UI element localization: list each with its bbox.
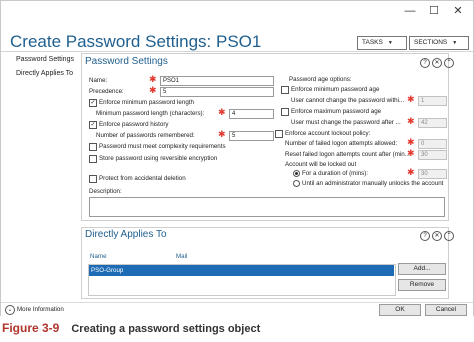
- lockout-checkbox[interactable]: [275, 130, 283, 138]
- section-title: Password Settings: [85, 56, 168, 67]
- duration-radio[interactable]: [293, 170, 300, 177]
- failed-attempts-label: Number of failed logon attempts allowed:: [285, 140, 398, 147]
- expand-icon[interactable]: ⌄: [5, 305, 15, 315]
- tasks-dropdown[interactable]: TASKS ▼: [357, 36, 407, 50]
- required-icon: ✱: [218, 129, 226, 139]
- remove-button[interactable]: Remove: [398, 279, 446, 291]
- nav-item-password-settings[interactable]: Password Settings: [16, 56, 74, 63]
- min-length-field[interactable]: 4: [229, 109, 274, 119]
- close-icon[interactable]: ✕: [451, 5, 465, 17]
- close-section-icon[interactable]: ✕: [432, 58, 442, 68]
- column-header-mail[interactable]: Mail: [176, 253, 187, 260]
- precedence-field[interactable]: 5: [160, 87, 274, 97]
- password-settings-section: Password Settings ? ✕ ⌃ Name: ✱ PSO1 Pre…: [81, 53, 454, 221]
- sections-dropdown[interactable]: SECTIONS ▼: [409, 36, 469, 50]
- enforce-min-length-label: Enforce minimum password length: [99, 99, 194, 106]
- column-header-name[interactable]: Name: [90, 253, 107, 260]
- nav-item-directly-applies-to[interactable]: Directly Applies To: [16, 70, 73, 77]
- min-length-label: Minimum password length (characters):: [96, 110, 205, 117]
- minimize-icon[interactable]: —: [403, 5, 417, 17]
- close-section-icon[interactable]: ✕: [432, 231, 442, 241]
- locked-out-label: Account will be locked out: [285, 161, 357, 168]
- required-icon: ✱: [407, 148, 415, 158]
- table-row[interactable]: PSO-Group: [89, 265, 394, 276]
- history-field[interactable]: 5: [229, 131, 274, 141]
- add-button[interactable]: Add...: [398, 263, 446, 275]
- chevron-down-icon: ▼: [387, 40, 393, 46]
- figure-caption: Figure 3-9 Creating a password settings o…: [2, 321, 260, 335]
- enforce-max-age-label: Enforce maximum password age: [291, 108, 382, 115]
- row-name: PSO-Group: [91, 267, 124, 274]
- name-field[interactable]: PSO1: [160, 76, 274, 86]
- directly-applies-section: Directly Applies To ? ✕ ⌃ Name Mail PSO-…: [81, 227, 454, 299]
- title-divider: [1, 51, 473, 52]
- description-label: Description:: [89, 188, 122, 195]
- complexity-label: Password must meet complexity requiremen…: [99, 143, 226, 150]
- enforce-min-age-label: Enforce minimum password age: [291, 86, 380, 93]
- lockout-label: Enforce account lockout policy:: [285, 130, 371, 137]
- help-icon[interactable]: ?: [420, 58, 430, 68]
- collapse-icon[interactable]: ⌃: [444, 231, 454, 241]
- enforce-min-length-checkbox[interactable]: ✓: [89, 99, 97, 107]
- dialog-window: — ☐ ✕ Create Password Settings: PSO1 TAS…: [0, 0, 474, 317]
- maximize-icon[interactable]: ☐: [427, 5, 441, 17]
- enforce-history-checkbox[interactable]: ✓: [89, 121, 97, 129]
- required-icon: ✱: [407, 116, 415, 126]
- collapse-icon[interactable]: ⌃: [444, 58, 454, 68]
- required-icon: ✱: [407, 137, 415, 147]
- until-unlock-radio[interactable]: [293, 180, 300, 187]
- figure-number: Figure 3-9: [2, 321, 60, 335]
- description-field[interactable]: [89, 197, 445, 217]
- age-options-label: Password age options:: [289, 76, 352, 83]
- required-icon: ✱: [407, 167, 415, 177]
- reversible-label: Store password using reversible encrypti…: [99, 155, 218, 162]
- required-icon: ✱: [218, 107, 226, 117]
- section-title: Directly Applies To: [85, 229, 167, 240]
- cancel-button[interactable]: Cancel: [425, 304, 467, 316]
- protect-checkbox[interactable]: [89, 175, 97, 183]
- enforce-history-label: Enforce password history: [99, 121, 169, 128]
- history-label: Number of passwords remembered:: [96, 132, 195, 139]
- enforce-max-age-checkbox[interactable]: [281, 108, 289, 116]
- page-title: Create Password Settings: PSO1: [10, 32, 262, 51]
- max-age-label: User must change the password after ...: [291, 119, 401, 126]
- more-information-link[interactable]: More Information: [17, 306, 64, 313]
- help-icon[interactable]: ?: [420, 231, 430, 241]
- enforce-min-age-checkbox[interactable]: [281, 86, 289, 94]
- footer-bar: ⌄ More Information OK Cancel: [1, 302, 473, 317]
- name-label: Name:: [89, 77, 108, 84]
- tasks-label: TASKS: [362, 39, 383, 46]
- max-age-field[interactable]: 42: [418, 118, 447, 128]
- failed-attempts-field[interactable]: 0: [418, 139, 447, 149]
- required-icon: ✱: [407, 94, 415, 104]
- required-icon: ✱: [149, 85, 157, 95]
- reset-after-field[interactable]: 30: [418, 150, 447, 160]
- precedence-label: Precedence:: [89, 88, 124, 95]
- min-age-field[interactable]: 1: [418, 96, 447, 106]
- protect-label: Protect from accidental deletion: [99, 175, 186, 182]
- duration-field[interactable]: 30: [418, 169, 447, 179]
- required-icon: ✱: [149, 74, 157, 84]
- until-unlock-label: Until an administrator manually unlocks …: [302, 180, 444, 187]
- duration-label: For a duration of (mins):: [302, 170, 369, 177]
- sections-label: SECTIONS: [414, 39, 448, 46]
- min-age-label: User cannot change the password withi...: [291, 97, 405, 104]
- figure-text: Creating a password settings object: [71, 323, 261, 335]
- reversible-checkbox[interactable]: [89, 155, 97, 163]
- reset-after-label: Reset failed logon attempts count after …: [285, 151, 410, 158]
- complexity-checkbox[interactable]: [89, 143, 97, 151]
- ok-button[interactable]: OK: [379, 304, 421, 316]
- chevron-down-icon: ▼: [452, 40, 458, 46]
